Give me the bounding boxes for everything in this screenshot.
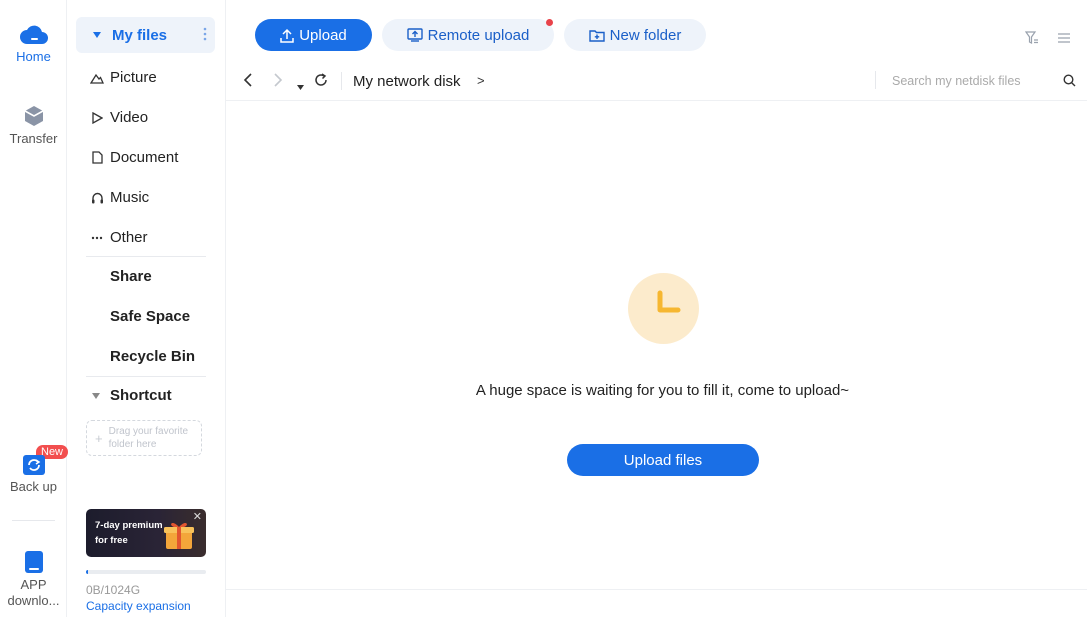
bottom-divider — [226, 589, 1087, 590]
rail-transfer[interactable]: Transfer — [0, 104, 67, 146]
picture-label: Picture — [110, 69, 157, 86]
upload-button[interactable]: Upload — [255, 19, 372, 51]
search-separator — [875, 71, 876, 89]
shortcut-label: Shortcut — [110, 387, 172, 404]
caret-down-icon — [93, 32, 101, 38]
rail-home-label: Home — [16, 49, 51, 64]
shortcut-drop-zone[interactable]: + Drag your favorite folder here — [86, 420, 202, 456]
sidebar-item-music[interactable]: Music — [90, 189, 149, 206]
refresh-icon[interactable] — [314, 73, 328, 92]
sidebar-item-shortcut[interactable]: Shortcut — [92, 387, 172, 404]
gift-box-icon — [164, 522, 194, 549]
new-folder-button[interactable]: New folder — [564, 19, 706, 51]
remote-upload-label: Remote upload — [427, 26, 530, 44]
phone-icon — [0, 550, 67, 574]
sidebar: My files Picture Video Document Music Ot… — [68, 0, 226, 617]
more-icon — [90, 231, 104, 245]
video-label: Video — [110, 109, 149, 126]
sidebar-item-other[interactable]: Other — [90, 229, 148, 246]
music-icon — [90, 191, 104, 205]
rail-transfer-label: Transfer — [9, 131, 58, 146]
empty-state: A huge space is waiting for you to fill … — [226, 101, 1087, 589]
path-separator — [341, 72, 342, 90]
notification-dot — [546, 19, 553, 26]
cloud-icon — [0, 22, 67, 46]
history-dropdown-icon[interactable] — [297, 77, 304, 95]
drop-hint-line-1: Drag your favorite — [108, 426, 189, 437]
picture-icon — [90, 71, 104, 85]
capacity-progress-fill — [86, 570, 89, 574]
caret-down-icon — [92, 392, 100, 399]
video-icon — [90, 111, 104, 125]
sidebar-item-recycle-bin[interactable]: Recycle Bin — [110, 348, 195, 365]
rail-backup[interactable]: Back up — [0, 454, 67, 494]
music-label: Music — [110, 189, 150, 206]
sidebar-divider — [86, 256, 206, 257]
other-label: Other — [110, 229, 148, 246]
plus-icon: + — [95, 430, 103, 446]
rail-app-label-1: APP — [20, 577, 47, 592]
capacity-text: 0B/1024G — [86, 583, 141, 597]
search-input[interactable] — [892, 71, 1052, 91]
vertical-more-icon[interactable] — [203, 27, 207, 41]
capacity-expansion-link[interactable]: Capacity expansion — [86, 599, 191, 613]
empty-message: A huge space is waiting for you to fill … — [475, 382, 850, 399]
sidebar-item-picture[interactable]: Picture — [90, 69, 157, 86]
sidebar-item-video[interactable]: Video — [90, 109, 148, 126]
clock-icon — [657, 290, 681, 313]
upload-label: Upload — [299, 26, 347, 44]
close-icon[interactable]: ✕ — [193, 510, 202, 525]
my-files-label: My files — [112, 26, 168, 44]
new-folder-label: New folder — [609, 26, 682, 44]
sidebar-item-safe-space[interactable]: Safe Space — [110, 308, 190, 325]
empty-illustration — [628, 273, 699, 344]
remote-upload-icon — [406, 28, 423, 42]
sidebar-item-share[interactable]: Share — [110, 268, 152, 285]
capacity-progress-bar — [86, 570, 206, 574]
drop-hint-line-2: folder here — [108, 439, 157, 450]
list-view-icon[interactable] — [1058, 31, 1070, 49]
transfer-icon — [0, 104, 67, 128]
sidebar-item-document[interactable]: Document — [90, 149, 178, 166]
sidebar-divider — [86, 376, 206, 377]
new-folder-icon — [588, 29, 605, 42]
rail-backup-label: Back up — [10, 479, 57, 494]
app-window: Home Transfer New Back up APP downlo... … — [0, 0, 1087, 617]
backup-icon — [0, 454, 67, 476]
rail-app-download[interactable]: APP downlo... — [0, 550, 67, 609]
rail-home[interactable]: Home — [0, 22, 67, 64]
filter-icon[interactable] — [1024, 31, 1039, 50]
upload-files-button[interactable]: Upload files — [567, 444, 759, 476]
rail-divider — [12, 520, 55, 521]
back-arrow-icon[interactable] — [243, 72, 253, 93]
path-bar: My network disk > — [226, 62, 1087, 101]
rail-app-label-2: downlo... — [7, 593, 60, 608]
forward-arrow-icon[interactable] — [273, 72, 283, 93]
upload-icon — [280, 28, 294, 43]
document-icon — [90, 151, 104, 165]
search-icon[interactable] — [1063, 74, 1076, 92]
toolbar: Upload Remote upload New folder — [226, 0, 1087, 62]
document-label: Document — [110, 149, 179, 166]
sidebar-item-my-files[interactable]: My files — [76, 17, 215, 53]
breadcrumb-arrow[interactable]: > — [477, 73, 485, 88]
premium-promo-banner[interactable]: 7-day premium for free ✕ — [86, 509, 206, 557]
remote-upload-button[interactable]: Remote upload — [382, 19, 554, 51]
left-rail: Home Transfer New Back up APP downlo... — [0, 0, 69, 617]
breadcrumb-current[interactable]: My network disk — [353, 73, 461, 90]
